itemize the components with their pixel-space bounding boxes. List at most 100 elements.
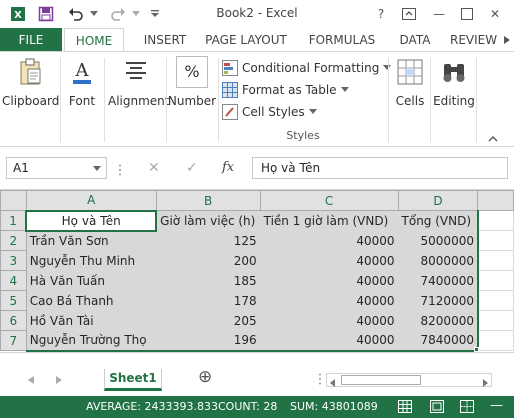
table-cell[interactable]: 7120000 [397,290,479,311]
table-cell[interactable]: Cao Bá Thanh [25,290,157,311]
table-cell[interactable]: 7840000 [397,330,479,352]
maximize-icon[interactable] [456,4,478,24]
new-sheet-button[interactable]: ⊕ [198,367,212,387]
tab-data[interactable]: DATA [390,28,440,52]
row-header[interactable]: 4 [0,270,27,291]
table-cell[interactable]: Trần Văn Sơn [25,230,157,251]
row-header[interactable]: 6 [0,310,27,331]
table-cell[interactable]: Hà Văn Tuấn [25,270,157,291]
scroll-left-icon[interactable] [330,376,335,390]
table-cell[interactable]: 7400000 [397,270,479,291]
empty-cell[interactable] [476,250,514,271]
percent-icon: % [176,56,208,88]
editing-button[interactable]: Editing [426,56,482,108]
table-cell[interactable]: 5000000 [397,230,479,251]
tab-page-layout[interactable]: PAGE LAYOUT [198,28,294,52]
table-cell[interactable]: 40000 [259,330,399,352]
row-header[interactable]: 5 [0,290,27,311]
table-cell[interactable]: Nguyễn Trường Thọ [25,330,157,352]
alignment-group: Alignment [106,52,169,146]
table-cell[interactable]: 40000 [259,270,399,291]
insert-function-button[interactable]: fx [222,160,234,175]
empty-cell[interactable] [476,270,514,291]
tab-home[interactable]: HOME [64,28,124,53]
column-header-e[interactable] [477,190,514,211]
table-cell[interactable]: Hồ Văn Tài [25,310,157,331]
column-header-d[interactable]: D [397,190,479,211]
column-header-a[interactable]: A [25,190,157,211]
table-cell[interactable]: 8000000 [397,250,479,271]
close-button[interactable]: ✕ [484,4,506,24]
table-cell[interactable]: 196 [155,330,261,352]
row-header[interactable]: 1 [0,210,27,231]
collapse-ribbon-icon[interactable] [488,132,498,146]
sheet-tab-sheet1[interactable]: Sheet1 [104,369,162,391]
font-button[interactable]: A Font [54,56,110,108]
cell-b1[interactable]: Giờ làm việc (h) [155,210,261,231]
row-header[interactable]: 7 [0,330,27,351]
cell-styles-button[interactable]: Cell Styles [222,102,317,122]
scrollbar-thumb[interactable] [341,375,421,385]
horizontal-scrollbar[interactable] [326,373,492,387]
table-cell[interactable]: 40000 [259,250,399,271]
column-header-c[interactable]: C [259,190,399,211]
table-cell[interactable]: 125 [155,230,261,251]
cells-icon [394,56,426,88]
cell-a1[interactable]: Họ và Tên [25,209,158,232]
help-button[interactable]: ? [370,4,392,24]
empty-cell[interactable] [476,330,514,351]
table-cell[interactable]: 40000 [259,290,399,311]
minimize-button[interactable]: — [428,4,450,24]
table-cell[interactable]: 40000 [259,310,399,331]
table-cell[interactable]: 185 [155,270,261,291]
table-cell[interactable]: 178 [155,290,261,311]
alignment-button[interactable]: Alignment [108,56,169,108]
select-all-corner[interactable] [0,190,27,211]
tab-review[interactable]: REVIEW [450,28,504,52]
sheet-tabs-splitter-icon[interactable] [318,373,322,388]
number-button[interactable]: % Number [164,56,220,108]
cell-c1[interactable]: Tiền 1 giờ làm (VND) [259,210,399,231]
ribbon-home: Clipboard A Font Alignment % Number Cond… [0,51,514,147]
row-header[interactable]: 3 [0,250,27,271]
table-cell[interactable]: 205 [155,310,261,331]
format-as-table-button[interactable]: Format as Table [222,80,349,100]
scroll-right-icon[interactable] [483,376,488,390]
cell-d1[interactable]: Tổng (VND) [397,210,479,231]
sheet-scroll-right-icon[interactable] [56,373,62,387]
font-color-icon: A [66,56,98,88]
group-divider [476,58,477,142]
table-cell[interactable]: Nguyễn Thu Minh [25,250,157,271]
table-cell[interactable]: 40000 [259,230,399,251]
page-break-preview-icon[interactable] [460,400,474,416]
empty-cell[interactable] [476,310,514,331]
column-header-b[interactable]: B [155,190,261,211]
sheet-scroll-left-icon[interactable] [28,373,34,387]
ribbon-tabs: FILE HOME INSERT PAGE LAYOUT FORMULAS DA… [0,28,514,53]
row-header[interactable]: 2 [0,230,27,251]
enter-entry-button[interactable]: ✓ [186,160,198,176]
formula-bar-splitter-icon[interactable] [118,164,122,179]
worksheet-grid[interactable]: A B C D 1 Họ và Tên Giờ làm việc (h) Tiề… [0,190,514,352]
styles-group-label: Styles [286,129,320,142]
table-cell[interactable]: 8200000 [397,310,479,331]
ribbon-display-options-icon[interactable] [398,4,420,24]
normal-view-icon[interactable] [398,400,412,416]
tab-insert[interactable]: INSERT [136,28,194,52]
cancel-entry-button[interactable]: ✕ [148,160,160,176]
formula-input[interactable]: Họ và Tên [252,157,508,179]
clipboard-label: Clipboard [2,94,60,108]
tabs-scroll-icon[interactable] [500,28,514,52]
table-cell[interactable]: 200 [155,250,261,271]
tab-file[interactable]: FILE [0,28,62,52]
zoom-out-button[interactable]: — [490,398,503,413]
conditional-formatting-label: Conditional Formatting [242,61,380,75]
empty-cell[interactable] [476,210,514,231]
tab-formulas[interactable]: FORMULAS [302,28,382,52]
name-box[interactable]: A1 [6,157,107,179]
conditional-formatting-button[interactable]: Conditional Formatting [222,58,392,78]
clipboard-button[interactable]: Clipboard [2,56,60,108]
empty-cell[interactable] [476,290,514,311]
page-layout-view-icon[interactable] [430,400,444,416]
empty-cell[interactable] [476,230,514,251]
